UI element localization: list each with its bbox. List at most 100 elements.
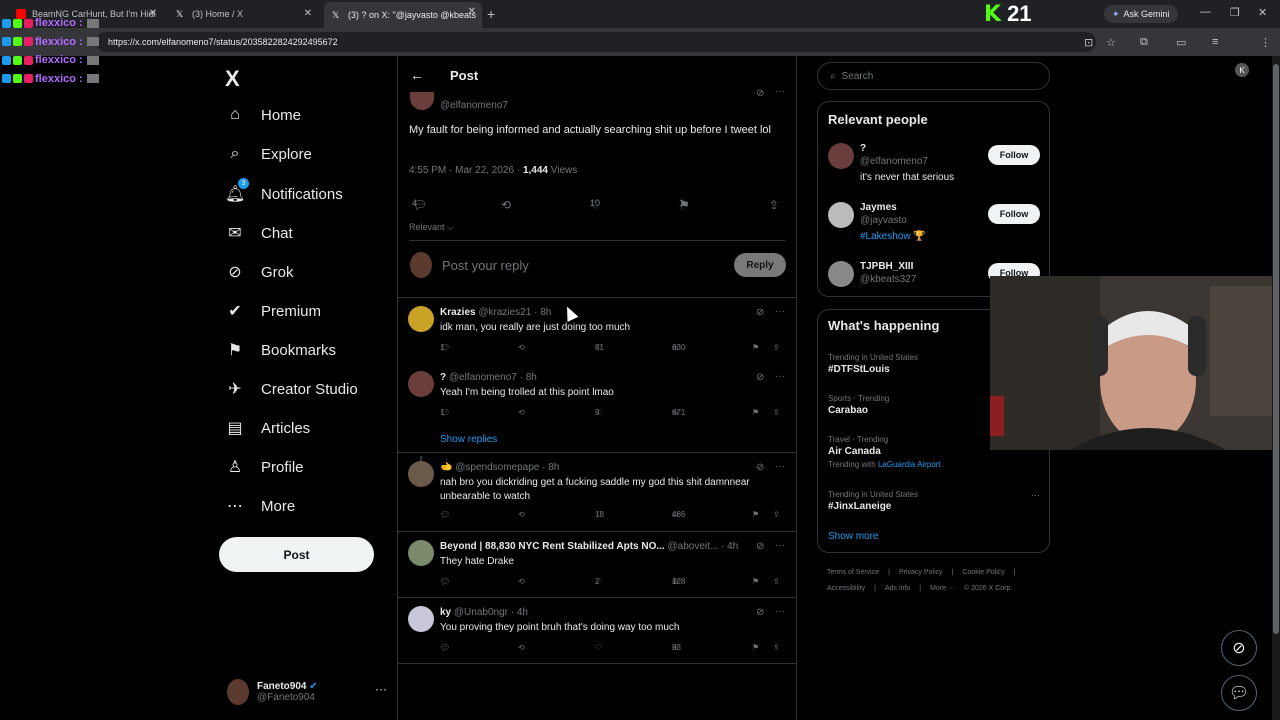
grok-icon[interactable]: ⊘ [756,307,764,318]
more-icon[interactable]: ··· [1031,490,1040,500]
nav-creator-studio[interactable]: ✈ Creator Studio [225,379,357,399]
sort-dropdown[interactable]: Relevant ⌵ [409,222,454,233]
trend-item[interactable]: Trending in United States #JinxLaneige ·… [828,490,1040,512]
grok-icon[interactable]: ⊘ [756,541,764,552]
grok-icon[interactable]: ⊘ [756,372,764,383]
repost-icon[interactable]: ⟲ [518,577,525,586]
share-icon[interactable]: ⇪ [773,343,780,352]
extensions-icon[interactable]: ⧉ [1140,36,1148,49]
page-scrollbar[interactable] [1272,56,1280,720]
scrollbar-thumb[interactable] [1273,64,1279,634]
nav-explore[interactable]: ⌕ Explore [225,145,312,163]
op-handle[interactable]: @elfanomeno7 [440,100,508,111]
more-icon[interactable]: ··· [375,682,387,696]
person-name[interactable]: TJPBH_XIII [860,261,913,272]
reply-icon[interactable]: 💬︎ [440,510,450,519]
follow-button[interactable]: Follow [988,145,1040,165]
avatar[interactable] [828,261,854,287]
more-icon[interactable]: ··· [775,606,785,617]
close-icon[interactable]: ✕ [468,6,476,17]
browser-tab-3[interactable]: 𝕏 (3) ? on X: "@jayvasto @kbeats ✕ [324,2,482,28]
hashtag-link[interactable]: #Lakeshow [860,231,911,242]
reply-icon[interactable]: 💬︎ [440,577,450,586]
minimize-icon[interactable]: — [1200,6,1211,18]
more-icon[interactable]: ··· [775,306,785,317]
share-icon[interactable]: ⇪ [773,643,780,652]
show-replies-link[interactable]: Show replies [440,434,497,445]
share-icon[interactable]: ⇪ [769,198,779,212]
bookmark-icon[interactable]: ⚑ [752,577,759,586]
x-logo-icon[interactable]: X [225,66,240,92]
address-bar[interactable]: https://x.com/elfanomeno7/status/2035822… [96,32,1096,52]
account-switcher[interactable]: Faneto904 ✔ @Faneto904 ··· [227,674,387,710]
bookmark-icon[interactable]: ⚑ [752,408,759,417]
heart-icon[interactable]: ♡ [595,643,602,652]
post-button[interactable]: Post [219,537,374,572]
footer-link[interactable]: Cookie Policy [962,569,1004,576]
footer-link[interactable]: Terms of Service [827,569,879,576]
nav-articles[interactable]: ▤ Articles [225,418,310,438]
messages-float-button[interactable]: 💬︎ [1221,675,1257,711]
avatar[interactable] [408,461,434,487]
reply-icon[interactable]: 💬︎ [440,643,450,652]
install-icon[interactable]: ⊡ [1084,36,1093,49]
grok-icon[interactable]: ⊘ [756,88,764,99]
reply-input[interactable]: Post your reply [442,258,529,273]
new-tab-icon[interactable]: + [487,6,495,22]
browser-tab-2[interactable]: 𝕏 (3) Home / X ✕ [168,4,318,24]
trend-with-link[interactable]: LaGuardia Airport [878,460,941,469]
nav-grok[interactable]: ⊘ Grok [225,262,293,282]
more-icon[interactable]: ··· [775,371,785,382]
bookmark-star-icon[interactable]: ☆ [1106,36,1116,49]
more-icon[interactable]: ··· [775,461,785,472]
repost-icon[interactable]: ⟲ [518,343,525,352]
bookmark-icon[interactable]: ⚑ [752,510,759,519]
grok-icon[interactable]: ⊘ [756,607,764,618]
nav-notifications[interactable]: 🔔︎ 3 Notifications [225,178,343,204]
bookmark-icon[interactable]: ⚑ [752,643,759,652]
repost-icon[interactable]: ⟲ [501,198,511,212]
footer-link[interactable]: More ··· [930,585,955,592]
avatar[interactable] [408,371,434,397]
nav-profile[interactable]: ♙ Profile [225,457,304,477]
media-icon[interactable]: ≡ [1212,36,1218,48]
author-name[interactable]: Beyond | 88,830 NYC Rent Stabilized Apts… [440,541,665,552]
follow-button[interactable]: Follow [988,204,1040,224]
repost-icon[interactable]: ⟲ [518,643,525,652]
grok-icon[interactable]: ⊘ [756,462,764,473]
reply-button[interactable]: Reply [734,253,786,277]
person-name[interactable]: Jaymes [860,202,897,213]
more-icon[interactable]: ··· [775,86,785,97]
person-name[interactable]: ? [860,143,866,154]
more-icon[interactable]: ··· [775,540,785,551]
share-icon[interactable]: ⇪ [773,510,780,519]
author-name[interactable]: Krazies [440,307,476,318]
close-window-icon[interactable]: ✕ [1258,6,1267,19]
avatar[interactable] [408,606,434,632]
nav-more[interactable]: ⋯ More [225,496,295,516]
show-more-link[interactable]: Show more [828,531,879,542]
author-name[interactable]: 🫲 [440,462,452,473]
close-icon[interactable]: ✕ [304,8,312,19]
bookmark-icon[interactable]: ⚑ [752,343,759,352]
avatar[interactable] [408,306,434,332]
back-arrow-icon[interactable]: ← [410,67,424,83]
share-icon[interactable]: ⇪ [773,408,780,417]
repost-icon[interactable]: ⟲ [518,510,525,519]
avatar[interactable] [410,92,434,110]
person-item[interactable]: ? @elfanomeno7 it's never that serious F… [828,143,1040,187]
search-input[interactable]: ⌕ Search [817,62,1050,90]
avatar[interactable] [828,202,854,228]
footer-link[interactable]: Accessibility [827,585,865,592]
avatar[interactable] [408,540,434,566]
nav-home[interactable]: ⌂ Home [225,106,301,124]
nav-chat[interactable]: ✉ Chat [225,223,292,243]
profile-avatar[interactable]: K [1235,63,1249,77]
avatar[interactable] [828,143,854,169]
footer-link[interactable]: Ads info [885,585,910,592]
footer-link[interactable]: Privacy Policy [899,569,943,576]
grok-float-button[interactable]: ⊘ [1221,630,1257,666]
browser-menu-icon[interactable]: ⋮ [1260,36,1271,49]
person-item[interactable]: Jaymes @jayvasto #Lakeshow 🏆 Follow [828,202,1040,246]
repost-icon[interactable]: ⟲ [518,408,525,417]
